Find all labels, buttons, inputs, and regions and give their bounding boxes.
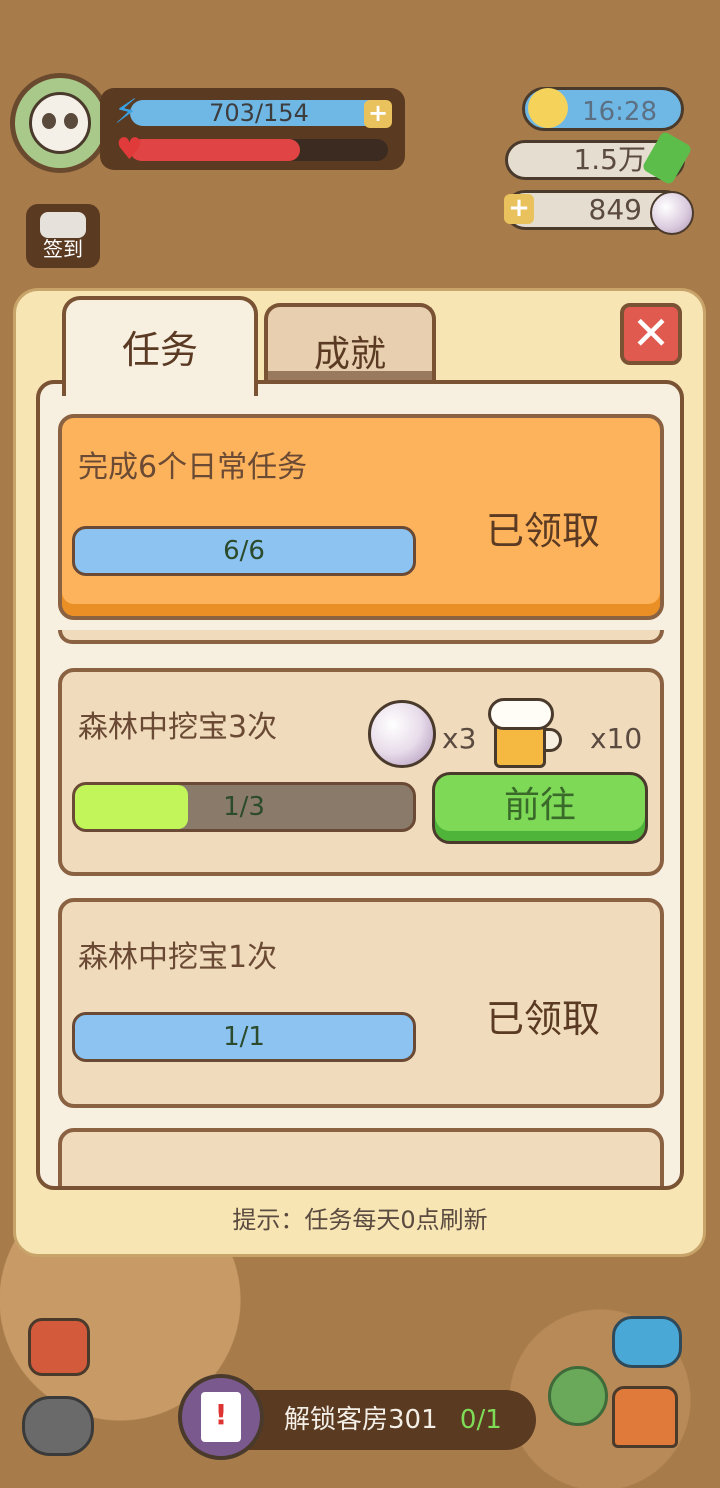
paw-icon[interactable] xyxy=(22,1396,94,1456)
checkin-button[interactable]: 签到 xyxy=(26,204,100,268)
quest-document-icon[interactable] xyxy=(178,1374,264,1460)
task-progress-bar: 6/6 xyxy=(72,526,416,576)
add-energy-button[interactable]: + xyxy=(364,100,392,128)
task-progress-bar: 1/3 xyxy=(72,782,416,832)
backpack-icon[interactable] xyxy=(28,1318,90,1376)
panda-mask-icon xyxy=(40,212,86,238)
beer-icon xyxy=(488,698,564,768)
heart-icon: ♥ xyxy=(116,132,143,167)
refresh-hint: 提示：任务每天0点刷新 xyxy=(232,1206,488,1234)
task-card: 森林中挖宝1次 1/1 已领取 xyxy=(58,898,664,1108)
unlock-label: 解锁客房301 xyxy=(284,1405,438,1435)
task-title: 森林中挖宝3次 xyxy=(78,710,278,745)
task-progress-text: 6/6 xyxy=(223,536,265,566)
task-card: 完成6个日常任务 6/6 已领取 xyxy=(58,414,664,620)
whistle-icon[interactable] xyxy=(612,1316,682,1368)
task-progress-bar: 1/1 xyxy=(72,1012,416,1062)
claimed-status: 已领取 xyxy=(485,509,600,553)
lightning-icon: ⚡ xyxy=(114,92,138,132)
unlock-count: 0/1 xyxy=(459,1405,502,1435)
add-pearl-button[interactable]: + xyxy=(504,194,534,224)
health-fill xyxy=(130,139,301,161)
task-title: 完成6个日常任务 xyxy=(78,450,308,485)
reward-qty: x3 xyxy=(442,722,477,755)
task-card: 森林中挖宝3次 x3 x10 1/3 前往 xyxy=(58,668,664,876)
energy-bar: 703/154 xyxy=(130,100,388,126)
claimed-status: 已领取 xyxy=(485,997,600,1041)
shop-icon[interactable] xyxy=(612,1386,678,1448)
panda-face-icon xyxy=(29,92,91,154)
sun-icon xyxy=(528,88,568,128)
tab-achievements-label: 成就 xyxy=(313,334,386,375)
close-button[interactable]: ✕ xyxy=(620,303,682,365)
task-progress-text: 1/3 xyxy=(223,792,265,822)
pearl-icon xyxy=(368,700,436,768)
tab-tasks[interactable]: 任务 xyxy=(62,296,258,396)
go-button[interactable]: 前往 xyxy=(432,772,648,844)
task-title: 森林中挖宝1次 xyxy=(78,940,278,975)
task-progress-text: 1/1 xyxy=(223,1022,265,1052)
player-avatar[interactable] xyxy=(10,73,110,173)
task-list[interactable]: 完成6个日常任务 6/6 已领取 森林中挖宝3次 x3 x10 1/3 前往 森… xyxy=(36,380,684,1190)
health-bar xyxy=(130,139,388,161)
pearl-icon xyxy=(650,191,694,235)
divider xyxy=(58,630,664,644)
tab-achievements[interactable]: 成就 xyxy=(264,303,436,383)
tree-icon xyxy=(548,1366,608,1426)
reward-qty: x10 xyxy=(590,722,643,755)
task-card-partial xyxy=(58,1128,664,1186)
